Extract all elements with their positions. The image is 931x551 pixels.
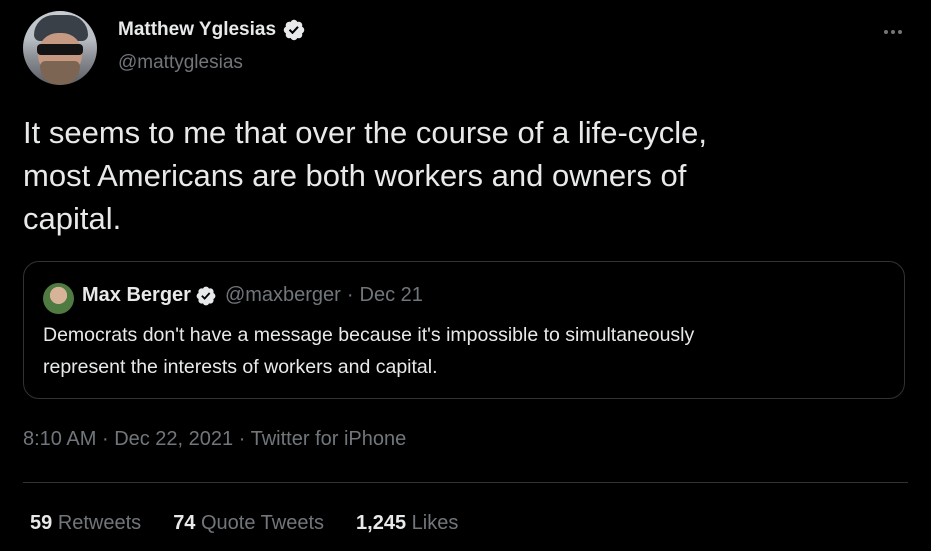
quoted-tweet-text: Democrats don't have a message because i… xyxy=(43,319,883,383)
author-name-row[interactable]: Matthew Yglesias xyxy=(118,18,306,42)
quoted-tweet-date[interactable]: Dec 21 xyxy=(360,284,423,307)
tweet-source[interactable]: Twitter for iPhone xyxy=(251,428,407,450)
retweets-label: Retweets xyxy=(57,512,142,534)
tweet-text-line: most Americans are both workers and owne… xyxy=(23,158,687,193)
tweet-time[interactable]: 8:10 AM xyxy=(23,428,96,450)
retweets-count: 59 xyxy=(30,512,53,534)
avatar-sunglasses xyxy=(37,44,83,55)
tweet-date[interactable]: Dec 22, 2021 xyxy=(114,428,233,450)
separator-dot: · xyxy=(346,284,354,306)
more-horizontal-icon xyxy=(884,30,888,34)
retweets-stat[interactable]: 59 Retweets xyxy=(30,512,141,535)
author-display-name[interactable]: Matthew Yglesias xyxy=(118,19,276,41)
quote-tweets-count: 74 xyxy=(173,512,196,534)
likes-label: Likes xyxy=(411,512,459,534)
quoted-author-avatar[interactable] xyxy=(43,283,74,314)
quoted-tweet-card[interactable]: Max Berger @maxberger · Dec 21 Democrats… xyxy=(23,261,905,399)
tweet-text-line: capital. xyxy=(23,201,122,236)
likes-stat[interactable]: 1,245 Likes xyxy=(356,512,458,535)
quoted-text-line: represent the interests of workers and c… xyxy=(43,356,438,378)
quoted-author-name[interactable]: Max Berger xyxy=(82,284,191,307)
quoted-tweet-header: Max Berger @maxberger · Dec 21 xyxy=(82,284,423,307)
more-horizontal-icon xyxy=(898,30,902,34)
more-horizontal-icon xyxy=(891,30,895,34)
divider xyxy=(23,482,908,483)
quoted-text-line: Democrats don't have a message because i… xyxy=(43,324,695,346)
avatar-beard xyxy=(40,61,80,85)
separator-dot: · xyxy=(101,428,109,450)
separator-dot: · xyxy=(238,428,246,450)
likes-count: 1,245 xyxy=(356,512,407,534)
tweet-timestamp: 8:10 AM · Dec 22, 2021 · Twitter for iPh… xyxy=(23,428,406,451)
quote-tweets-label: Quote Tweets xyxy=(201,512,325,534)
verified-badge-icon xyxy=(196,286,216,305)
quoted-author-handle[interactable]: @maxberger xyxy=(225,284,341,307)
tweet-text-line: It seems to me that over the course of a… xyxy=(23,115,708,150)
more-options-button[interactable] xyxy=(878,22,908,42)
author-handle[interactable]: @mattyglesias xyxy=(118,52,243,74)
tweet-text: It seems to me that over the course of a… xyxy=(23,111,883,240)
verified-badge-icon xyxy=(283,19,305,41)
engagement-stats: 59 Retweets 74 Quote Tweets 1,245 Likes xyxy=(30,512,490,535)
quote-tweets-stat[interactable]: 74 Quote Tweets xyxy=(173,512,324,535)
author-avatar[interactable] xyxy=(23,11,97,85)
